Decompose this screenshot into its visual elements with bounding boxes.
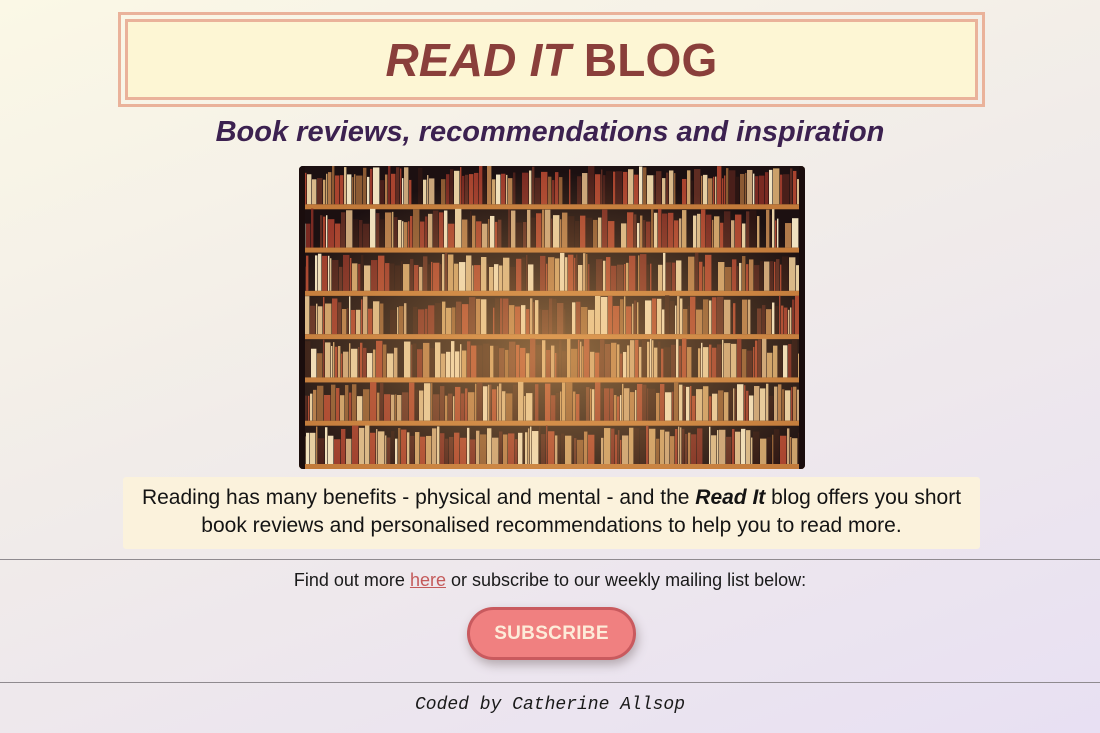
footer-credit: Coded by Catherine Allsop <box>414 695 686 715</box>
find-out-after: or subscribe to our weekly mailing list … <box>445 570 807 590</box>
subscribe-button[interactable]: SUBSCRIBE <box>467 607 636 660</box>
hero-image <box>299 166 805 469</box>
find-out-before: Find out more <box>293 570 410 590</box>
intro-text-before: Reading has many benefits - physical and… <box>141 486 696 509</box>
bookshelf-illustration <box>299 166 805 469</box>
find-out-text: Find out more here or subscribe to our w… <box>0 570 1100 591</box>
title-banner: READ IT BLOG <box>118 12 985 107</box>
title-banner-inner: READ IT BLOG <box>125 19 978 100</box>
intro-text: Reading has many benefits - physical and… <box>123 477 980 549</box>
page-title-plain: BLOG <box>583 33 718 86</box>
page-title-italic: READ IT <box>385 33 571 86</box>
page-title: READ IT BLOG <box>385 33 717 87</box>
intro-emphasis: Read It <box>695 486 766 509</box>
here-link[interactable]: here <box>410 570 446 590</box>
divider-top <box>0 559 1100 560</box>
divider-bottom <box>0 682 1100 683</box>
page-subtitle: Book reviews, recommendations and inspir… <box>215 116 885 148</box>
